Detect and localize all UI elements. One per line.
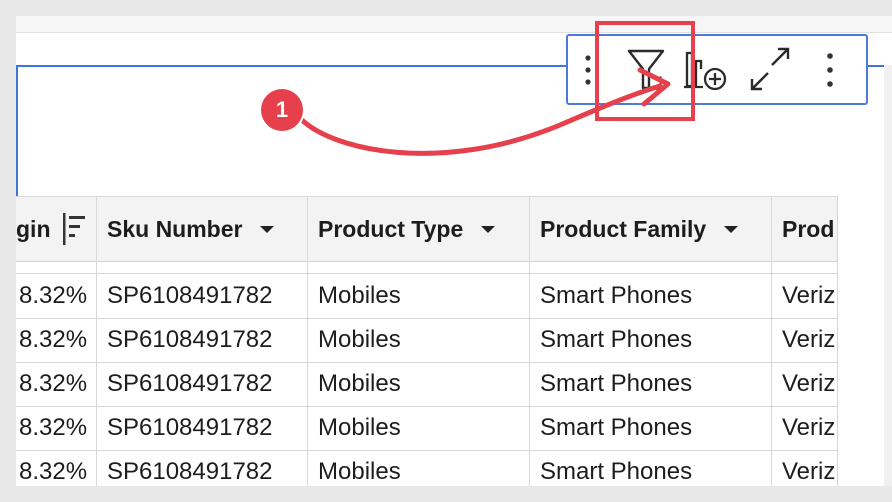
step-number-badge: 1 bbox=[261, 89, 303, 131]
callout-arrow bbox=[297, 67, 671, 156]
